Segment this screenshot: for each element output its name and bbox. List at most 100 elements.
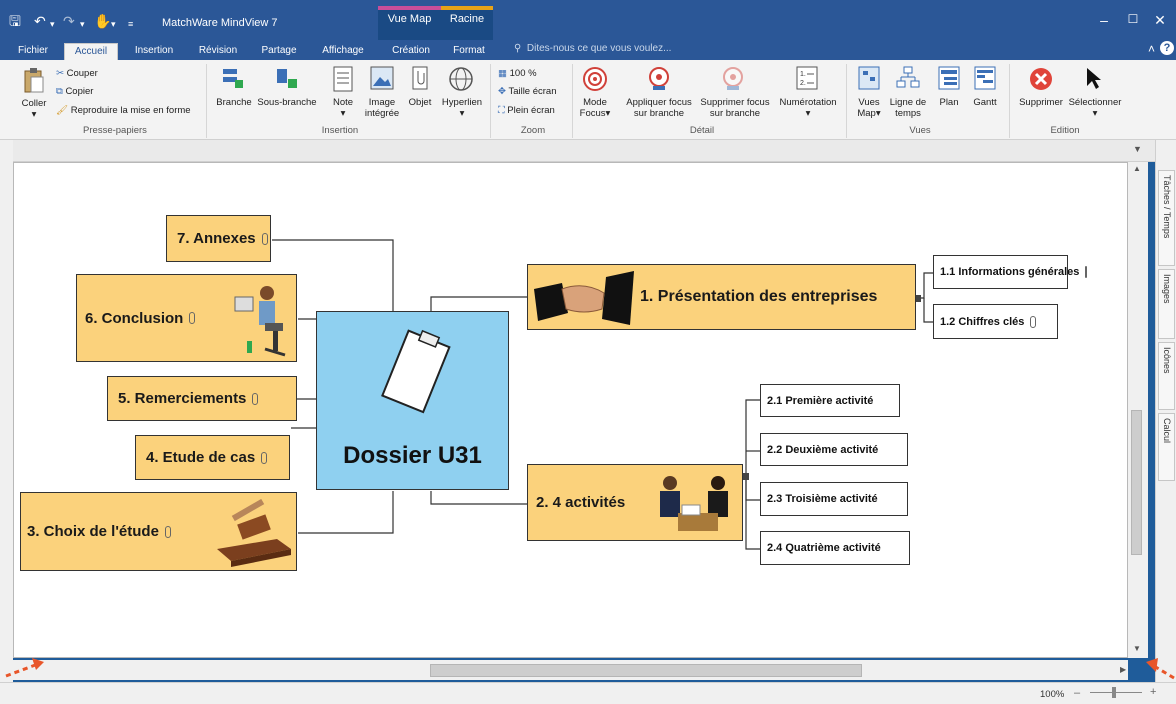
group-label-zoom: Zoom (520, 125, 546, 136)
ribbon-options-bar: ▼ (0, 140, 1155, 162)
help-icon[interactable]: ? (1160, 41, 1174, 55)
paste-button[interactable]: Coller ▾ (20, 98, 48, 120)
gantt-icon (974, 66, 996, 90)
group-label-vues: Vues (909, 125, 931, 136)
subbranch-quatrieme-activite[interactable]: 2.4 Quatrième activité (760, 531, 910, 565)
undo-icon[interactable]: ↶ (34, 14, 46, 28)
tab-insertion[interactable]: Insertion (129, 43, 179, 60)
ribbon-separator (846, 64, 847, 138)
delete-button[interactable]: Supprimer (1014, 97, 1068, 108)
tab-fichier[interactable]: Fichier (13, 43, 53, 60)
tab-creation[interactable]: Création (384, 43, 438, 60)
side-tab-icones[interactable]: Icônes (1158, 342, 1175, 410)
tell-me-search[interactable]: ⚲ Dites-nous ce que vous voulez... (514, 43, 671, 54)
ribbon-options-dropdown-icon[interactable]: ▼ (1133, 144, 1142, 154)
close-button[interactable]: ✕ (1150, 12, 1170, 29)
side-tab-images[interactable]: Images (1158, 269, 1175, 339)
side-tab-taches-temps[interactable]: Tâches / Temps (1158, 170, 1175, 266)
zoom-slider-thumb[interactable] (1112, 687, 1116, 698)
branch-node-remerciements[interactable]: 5. Remerciements (107, 376, 297, 421)
tab-accueil[interactable]: Accueil (64, 43, 118, 60)
subbranch-premiere-activite[interactable]: 2.1 Première activité (760, 384, 900, 417)
focus-mode-button[interactable]: Mode Focus▾ (574, 97, 616, 119)
save-icon[interactable]: 🖫 (9, 14, 21, 28)
numbering-button[interactable]: Numérotation ▾ (776, 97, 840, 119)
branch-label: 7. Annexes (177, 230, 256, 247)
scroll-right-icon[interactable]: ▶ (1120, 665, 1126, 674)
subbranch-chiffres-cles[interactable]: 1.2 Chiffres clés (933, 304, 1058, 339)
subbranch-label: 1.1 Informations générales (940, 266, 1080, 278)
annotation-arrow-left (5, 658, 44, 678)
mindmap-root-node[interactable]: Dossier U31 (316, 311, 509, 490)
timeline-button[interactable]: Ligne de temps (888, 97, 928, 119)
select-button[interactable]: Sélectionner ▾ (1064, 97, 1126, 119)
hyperlink-button[interactable]: Hyperlien ▾ (438, 97, 486, 119)
redo-dropdown-icon[interactable]: ▾ (80, 17, 85, 31)
zoom-slider[interactable] (1090, 692, 1142, 693)
subbranch-troisieme-activite[interactable]: 2.3 Troisième activité (760, 482, 908, 516)
annotation-arrow-right (1146, 658, 1175, 680)
subbranch-deuxieme-activite[interactable]: 2.2 Deuxième activité (760, 433, 908, 466)
image-button[interactable]: Image intégrée (364, 97, 400, 119)
tab-partage[interactable]: Partage (256, 43, 302, 60)
branch-icon (223, 69, 243, 88)
subbranch-button[interactable]: Sous-branche (254, 97, 320, 108)
touch-mode-icon[interactable]: ✋ (94, 14, 111, 28)
branch-node-annexes[interactable]: 7. Annexes (166, 215, 271, 262)
fit-screen-icon: ✥ (498, 86, 506, 97)
paperclip-icon (261, 451, 268, 464)
redo-icon[interactable]: ↷ (63, 14, 75, 28)
branch-node-activites[interactable]: 2. 4 activités (527, 464, 743, 541)
subbranch-icon (277, 69, 297, 88)
gantt-button[interactable]: Gantt (968, 97, 1002, 108)
subbranch-label: 2.4 Quatrième activité (767, 542, 881, 554)
branch-node-presentation[interactable]: 1. Présentation des entreprises (527, 264, 916, 330)
object-button[interactable]: Objet (404, 97, 436, 108)
cut-button[interactable]: ✂ Couper (56, 68, 98, 79)
ribbon-separator (490, 64, 491, 138)
outline-button[interactable]: Plan (934, 97, 964, 108)
title-bar: 🖫 ↶ ▾ ↷ ▾ ✋ ▾ ≡ MatchWare MindView 7 Vue… (0, 0, 1176, 40)
horizontal-scroll-thumb[interactable] (430, 664, 862, 677)
collapse-ribbon-icon[interactable]: ˄ (1148, 42, 1155, 56)
side-tab-calcul[interactable]: Calcul (1158, 413, 1175, 481)
vertical-scroll-thumb[interactable] (1131, 410, 1142, 555)
remove-focus-button[interactable]: Supprimer focus sur branche (696, 97, 774, 119)
subbranch-informations-generales[interactable]: 1.1 Informations générales (933, 255, 1088, 289)
copy-button[interactable]: ⧉ Copier (56, 86, 93, 97)
subbranch-label: 2.1 Première activité (767, 394, 874, 407)
tab-affichage[interactable]: Affichage (316, 43, 370, 60)
map-views-button[interactable]: Vues Map▾ (852, 97, 886, 119)
focus-mode-icon (583, 67, 607, 91)
svg-text:1.: 1. (800, 71, 806, 78)
left-margin (0, 140, 13, 682)
zoom-100-button[interactable]: ▦ 100 % (498, 68, 537, 79)
tab-revision[interactable]: Révision (194, 43, 242, 60)
customize-qat-icon[interactable]: ≡ (128, 17, 133, 31)
timeline-icon (896, 66, 920, 88)
group-label-clipboard: Presse-papiers (83, 125, 147, 136)
apply-focus-button[interactable]: Appliquer focus sur branche (620, 97, 698, 119)
branch-node-choix-etude[interactable]: 3. Choix de l'étude (20, 492, 297, 571)
apply-focus-icon (649, 67, 669, 90)
remove-focus-icon (723, 67, 743, 90)
select-cursor-icon (1087, 68, 1101, 89)
map-views-icon (858, 66, 880, 90)
full-screen-button[interactable]: ⛶ Plein écran (498, 105, 555, 116)
branch-button[interactable]: Branche (212, 97, 256, 108)
outline-icon (938, 66, 960, 90)
undo-dropdown-icon[interactable]: ▾ (50, 17, 55, 31)
touch-dropdown-icon[interactable]: ▾ (111, 17, 116, 31)
format-painter-button[interactable]: 🖌 Reproduire la mise en forme (56, 105, 191, 116)
minimize-button[interactable]: – (1094, 12, 1114, 28)
branch-node-conclusion[interactable]: 6. Conclusion (76, 274, 297, 362)
branch-label: 6. Conclusion (85, 309, 184, 327)
note-button[interactable]: Note ▾ (328, 97, 358, 119)
maximize-button[interactable]: ☐ (1123, 12, 1143, 26)
fit-screen-button[interactable]: ✥ Taille écran (498, 86, 557, 97)
scroll-up-icon[interactable]: ▲ (1133, 164, 1141, 173)
tab-format[interactable]: Format (446, 43, 492, 60)
collapse-marker[interactable] (742, 473, 749, 480)
branch-node-etude-de-cas[interactable]: 4. Etude de cas (135, 435, 290, 480)
zoom-out-button[interactable]: – (1074, 687, 1080, 699)
